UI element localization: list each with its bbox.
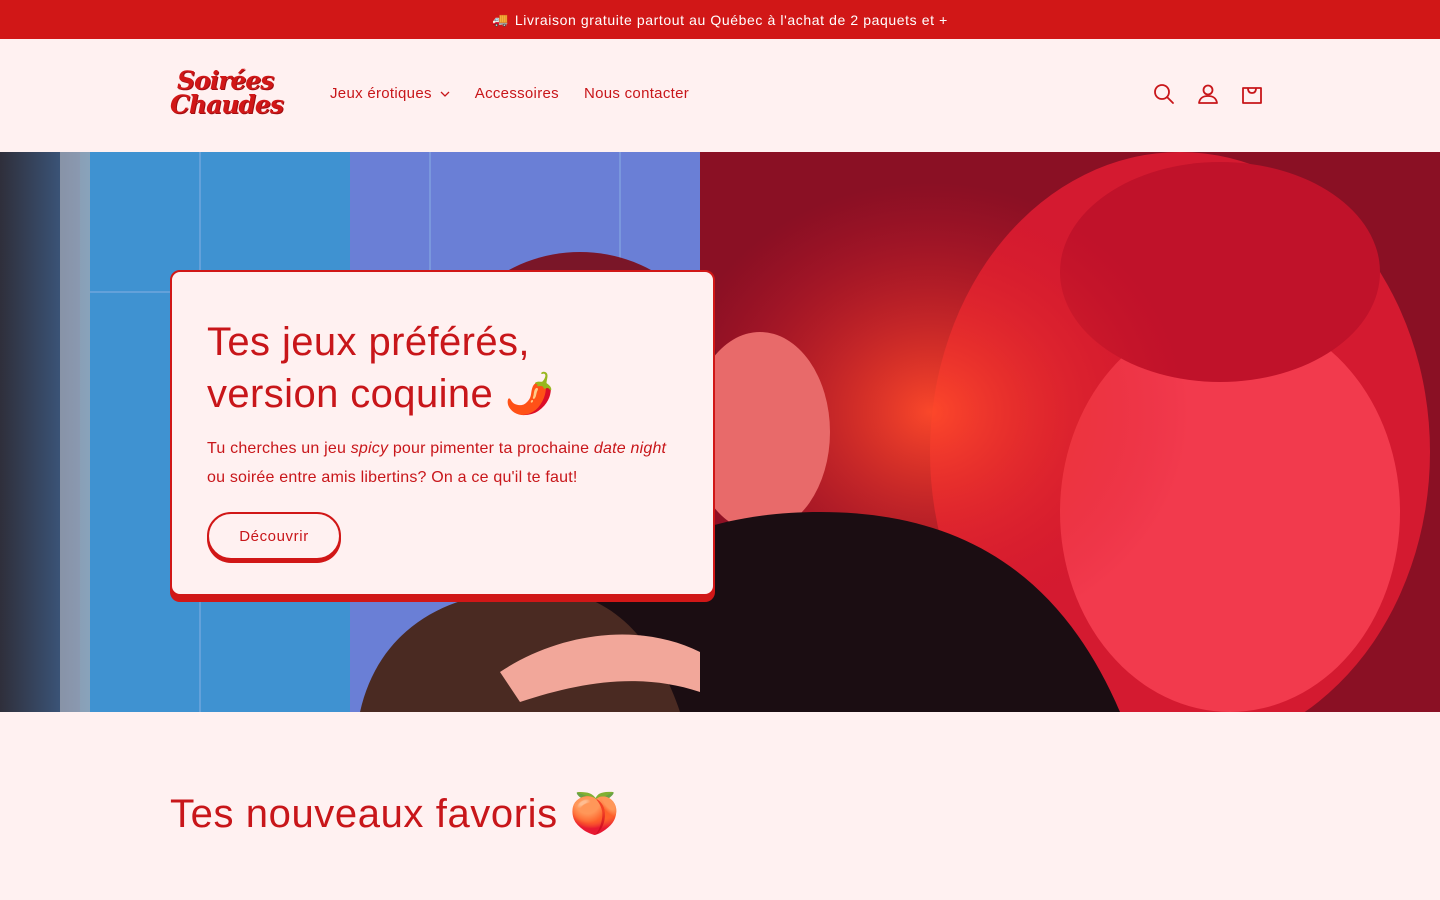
- section-title: Tes nouveaux favoris 🍑: [170, 792, 620, 836]
- announcement-text: Livraison gratuite partout au Québec à l…: [514, 11, 948, 28]
- logo[interactable]: Soirées Chaudes: [170, 68, 290, 123]
- truck-icon: 🚚: [492, 11, 509, 27]
- logo-line2: Chaudes: [170, 90, 284, 119]
- hero-text-emphasis: date night: [593, 440, 667, 457]
- hero-card: Tes jeux préférés, version coquine 🌶️ Tu…: [170, 270, 715, 596]
- search-icon[interactable]: [1151, 81, 1177, 107]
- nav-item-nous-contacter[interactable]: Nous contacter: [584, 85, 689, 102]
- hero-description: Tu cherches un jeu spicy pour pimenter t…: [207, 434, 678, 492]
- header-icons: [1151, 81, 1283, 107]
- nav-item-accessoires[interactable]: Accessoires: [475, 85, 559, 102]
- nav-item-label: Jeux érotiques: [330, 85, 432, 102]
- main-nav: Jeux érotiques Accessoires Nous contacte…: [330, 85, 714, 102]
- hero-text-part: ou soirée entre amis libertins? On a ce …: [207, 469, 578, 486]
- cart-icon[interactable]: [1239, 81, 1265, 107]
- nav-item-label: Nous contacter: [583, 85, 690, 102]
- site-header: Soirées Chaudes Jeux érotiques Accessoir…: [0, 39, 1440, 152]
- hero-text-part: pour pimenter ta prochaine: [388, 440, 594, 457]
- hero-title: Tes jeux préférés, version coquine 🌶️: [207, 316, 678, 420]
- nav-item-label: Accessoires: [474, 85, 559, 102]
- hero-banner: Tes jeux préférés, version coquine 🌶️ Tu…: [0, 152, 1440, 712]
- hero-text-emphasis: spicy: [350, 440, 389, 457]
- hero-title-line1: Tes jeux préférés,: [207, 320, 530, 364]
- hero-title-line2: version coquine 🌶️: [207, 372, 555, 416]
- discover-button[interactable]: Découvrir: [207, 512, 341, 560]
- chevron-down-icon: [440, 91, 450, 97]
- nav-item-jeux-erotiques[interactable]: Jeux érotiques: [330, 85, 450, 102]
- hero-text-part: Tu cherches un jeu: [207, 440, 351, 457]
- announcement-bar: 🚚 Livraison gratuite partout au Québec à…: [0, 0, 1440, 39]
- account-icon[interactable]: [1195, 81, 1221, 107]
